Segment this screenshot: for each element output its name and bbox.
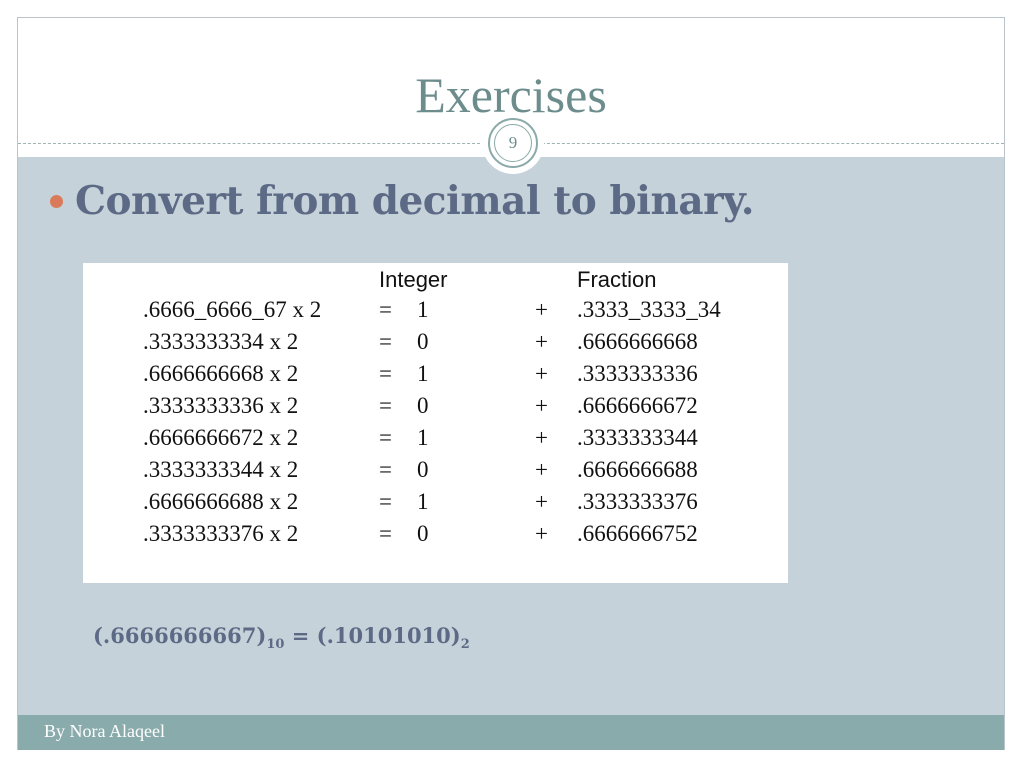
result-rhs-base: 2 <box>460 637 470 652</box>
row-plus: + <box>535 489 548 514</box>
row-expression: .3333333336 x 2 <box>143 393 299 418</box>
row-plus: + <box>535 393 548 418</box>
row-plus: + <box>535 521 548 546</box>
row-equals: = <box>379 521 392 546</box>
row-equals: = <box>379 361 392 386</box>
row-fraction: .3333_3333_34 <box>577 297 721 322</box>
row-plus: + <box>535 297 548 322</box>
row-integer: 0 <box>417 457 429 482</box>
result-equation: (.6666666667)10 = (.10101010)2 <box>93 620 470 661</box>
row-fraction: .3333333376 <box>577 489 698 514</box>
table-row: .3333333336 x 2 = 0 + .6666666672 <box>83 390 788 422</box>
row-fraction: .3333333344 <box>577 425 698 450</box>
row-fraction: .6666666752 <box>577 521 698 546</box>
bullet-dot-icon <box>50 195 63 208</box>
table-row: .3333333334 x 2 = 0 + .6666666668 <box>83 326 788 358</box>
page-number: 9 <box>494 124 532 162</box>
result-lhs-base: 10 <box>266 637 285 652</box>
table-row: .6666666672 x 2 = 1 + .3333333344 <box>83 422 788 454</box>
row-equals: = <box>379 489 392 514</box>
row-expression: .3333333376 x 2 <box>143 521 299 546</box>
table-header-row: Integer Fraction <box>83 264 788 296</box>
result-equals: = <box>291 623 310 648</box>
page-number-badge: 9 <box>488 118 538 168</box>
row-integer: 0 <box>417 329 429 354</box>
table-row: .3333333376 x 2 = 0 + .6666666752 <box>83 518 788 550</box>
row-integer: 1 <box>417 489 429 514</box>
conversion-table: Integer Fraction .6666_6666_67 x 2 = 1 +… <box>83 263 788 583</box>
row-equals: = <box>379 329 392 354</box>
row-expression: .6666666668 x 2 <box>143 361 299 386</box>
row-integer: 0 <box>417 521 429 546</box>
row-integer: 1 <box>417 361 429 386</box>
row-expression: .6666666688 x 2 <box>143 489 299 514</box>
footer-author: By Nora Alaqeel <box>44 721 165 741</box>
row-integer: 0 <box>417 393 429 418</box>
row-plus: + <box>535 329 548 354</box>
row-equals: = <box>379 297 392 322</box>
row-plus: + <box>535 425 548 450</box>
row-expression: .3333333344 x 2 <box>143 457 299 482</box>
row-expression: .3333333334 x 2 <box>143 329 299 354</box>
row-plus: + <box>535 361 548 386</box>
header-integer: Integer <box>379 267 448 292</box>
row-equals: = <box>379 425 392 450</box>
row-expression: .6666_6666_67 x 2 <box>143 297 322 322</box>
result-lhs: (.6666666667) <box>93 623 267 648</box>
footer-bar: By Nora Alaqeel <box>18 715 1004 750</box>
row-plus: + <box>535 457 548 482</box>
row-expression: .6666666672 x 2 <box>143 425 299 450</box>
row-integer: 1 <box>417 297 429 322</box>
table-row: .6666_6666_67 x 2 = 1 + .3333_3333_34 <box>83 294 788 326</box>
row-fraction: .6666666688 <box>577 457 698 482</box>
table-row: .6666666688 x 2 = 1 + .3333333376 <box>83 486 788 518</box>
table-row: .6666666668 x 2 = 1 + .3333333336 <box>83 358 788 390</box>
row-fraction: .6666666668 <box>577 329 698 354</box>
row-integer: 1 <box>417 425 429 450</box>
row-fraction: .3333333336 <box>577 361 698 386</box>
row-equals: = <box>379 457 392 482</box>
result-rhs: (.10101010) <box>316 623 461 648</box>
row-fraction: .6666666672 <box>577 393 698 418</box>
bullet-text: Convert from decimal to binary. <box>75 178 754 224</box>
row-equals: = <box>379 393 392 418</box>
table-row: .3333333344 x 2 = 0 + .6666666688 <box>83 454 788 486</box>
header-fraction: Fraction <box>577 267 657 292</box>
